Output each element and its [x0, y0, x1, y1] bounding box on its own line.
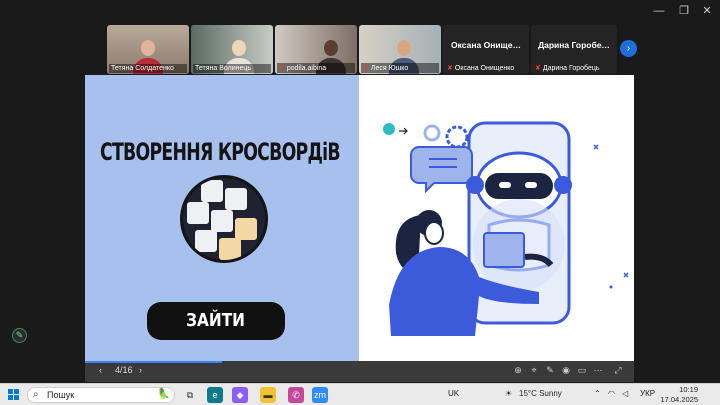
- windows-taskbar: ⌕ Пошук 🦜 ⧉ e ◆ ▬ ✆ zm UK ☀ 15°C Sunny ⌃…: [0, 383, 720, 405]
- pointer-icon[interactable]: ⌖: [529, 365, 539, 375]
- zoom-icon[interactable]: ⊕: [513, 365, 523, 375]
- input-language[interactable]: УКР: [640, 389, 655, 398]
- slide-navigation-bar: ‹ 4/16 › ⊕ ⌖ ✎ ◉ ▭ ⋯ ⤢: [85, 361, 634, 382]
- next-slide-button[interactable]: ›: [139, 365, 142, 375]
- muted-mic-icon: ✘: [363, 65, 369, 72]
- muted-mic-icon: ✘: [279, 65, 285, 72]
- file-explorer-icon[interactable]: ▬: [260, 387, 276, 403]
- robot-illustration: [383, 121, 629, 336]
- volume-icon[interactable]: ◁: [622, 389, 628, 398]
- search-icon: ⌕: [33, 389, 39, 400]
- windows-start-icon[interactable]: [8, 389, 20, 401]
- viber-icon[interactable]: ✆: [288, 387, 304, 403]
- subtitles-icon[interactable]: ▭: [577, 365, 587, 375]
- participant-tile[interactable]: ✘ Леся Юшко: [359, 25, 441, 74]
- minimize-icon[interactable]: —: [652, 4, 666, 18]
- participant-tile-active-speaker[interactable]: Тетяна Волинець: [191, 25, 273, 74]
- participant-display-name: Оксана Онище…: [451, 40, 521, 50]
- weather-icon: ☀: [505, 389, 513, 398]
- enter-button[interactable]: ЗАЙТИ: [147, 302, 285, 340]
- participant-tile[interactable]: Тетяна Солдатенко: [107, 25, 189, 74]
- annotate-pen-icon[interactable]: ✎: [12, 328, 27, 343]
- maximize-icon[interactable]: ❐: [677, 4, 691, 18]
- broadcast-icon[interactable]: ◉: [561, 365, 571, 375]
- participant-name: Тетяна Солдатенко: [109, 64, 187, 73]
- weather-widget[interactable]: 15°C Sunny: [519, 389, 562, 398]
- chevron-up-icon[interactable]: ⌃: [594, 389, 601, 398]
- more-icon[interactable]: ⋯: [593, 365, 603, 375]
- task-view-icon[interactable]: ⧉: [182, 387, 198, 403]
- participant-name: Тетяна Волинець: [193, 64, 271, 73]
- system-clock[interactable]: 10:19 17.04.2025: [660, 385, 698, 405]
- slide-title: СТВОРЕННЯ КРОСВОРДіВ: [100, 138, 341, 166]
- pen-icon[interactable]: ✎: [545, 365, 555, 375]
- edge-icon[interactable]: e: [207, 387, 223, 403]
- participant-name: ✘ podila.aibina: [277, 63, 355, 73]
- participant-tile[interactable]: Оксана Онище… ✘ Оксана Онищенко: [443, 25, 529, 74]
- participant-tile[interactable]: Дарина Горобе… ✘ Дарина Горобець: [531, 25, 617, 74]
- shared-slide: СТВОРЕННЯ КРОСВОРДіВ ЗАЙТИ ‹ 4/16 › ⊕ ⌖ …: [85, 75, 634, 382]
- participant-name: ✘ Леся Юшко: [361, 63, 439, 73]
- slide-progress-bar: [85, 361, 223, 363]
- slide-left-panel: СТВОРЕННЯ КРОСВОРДіВ ЗАЙТИ: [85, 75, 359, 361]
- muted-mic-icon: ✘: [447, 65, 453, 72]
- keyboard-layout[interactable]: UK: [448, 389, 459, 398]
- page-indicator: 4/16: [115, 365, 133, 375]
- crossword-illustration: [180, 175, 268, 263]
- participant-display-name: Дарина Горобе…: [538, 40, 610, 50]
- participant-name: ✘ Оксана Онищенко: [447, 65, 515, 72]
- zoom-meeting-window: — ❐ ✕ Тетяна Солдатенко Тетяна Волинець …: [0, 0, 720, 405]
- search-highlight-icon: 🦜: [157, 389, 170, 400]
- taskbar-search-input[interactable]: ⌕ Пошук 🦜: [27, 387, 175, 403]
- close-icon[interactable]: ✕: [700, 4, 714, 18]
- participant-tile[interactable]: ✘ podila.aibina: [275, 25, 357, 74]
- wifi-icon[interactable]: ◠: [608, 389, 615, 398]
- copilot-icon[interactable]: ◆: [232, 387, 248, 403]
- zoom-icon[interactable]: zm: [312, 387, 328, 403]
- participant-strip: Тетяна Солдатенко Тетяна Волинець ✘ podil…: [107, 25, 617, 74]
- fullscreen-icon[interactable]: ⤢: [613, 365, 623, 375]
- prev-slide-button[interactable]: ‹: [99, 365, 102, 375]
- participant-name: ✘ Дарина Горобець: [535, 65, 600, 72]
- next-participants-button[interactable]: ›: [620, 40, 637, 57]
- muted-mic-icon: ✘: [535, 65, 541, 72]
